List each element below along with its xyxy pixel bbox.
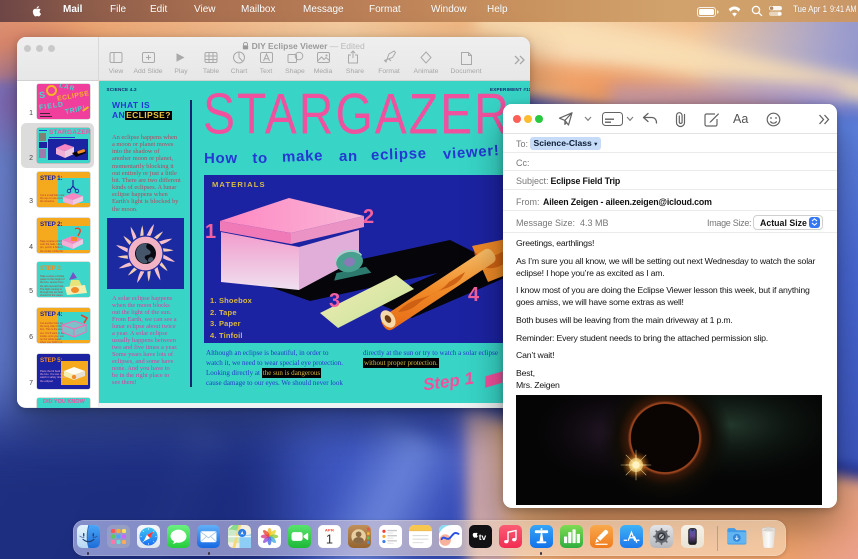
svg-text:1: 1 xyxy=(326,532,333,547)
svg-text:tv: tv xyxy=(479,532,487,542)
